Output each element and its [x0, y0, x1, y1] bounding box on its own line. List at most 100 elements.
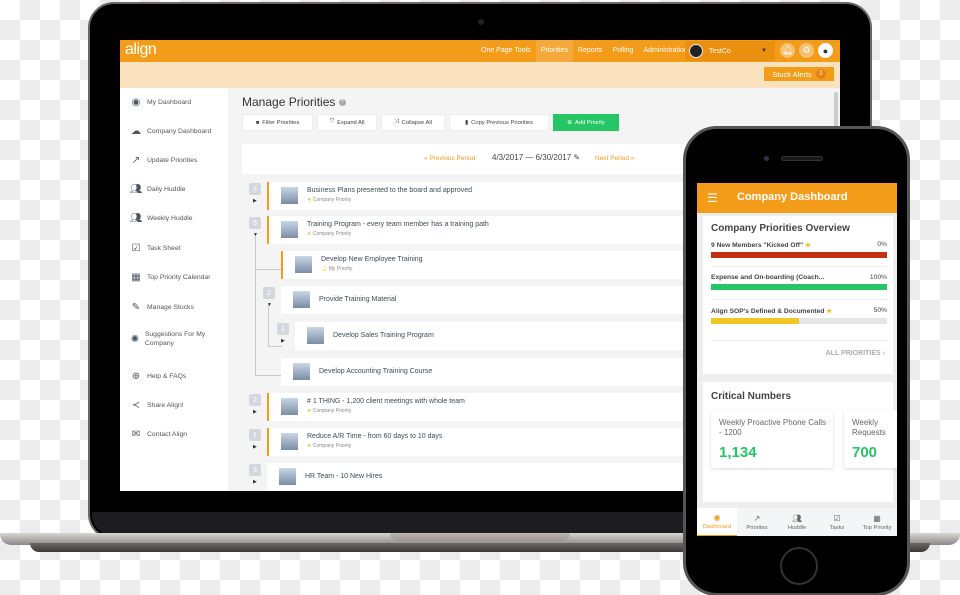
nav-priorities[interactable]: Priorities [535, 40, 573, 62]
stuck-alerts-label: Stuck Alerts [772, 69, 812, 79]
tab-huddle[interactable]: 👥︎ Huddle [777, 508, 817, 536]
add-priority-button[interactable]: ⊕ Add Priority [553, 114, 619, 131]
menu-icon[interactable]: ☰ [707, 191, 718, 205]
copy-previous-button[interactable]: ▮ Copy Previous Priorities [449, 114, 549, 131]
tab-label: Tasks [829, 524, 845, 531]
users-icon: 👥︎ [129, 183, 143, 195]
sidebar-label: Daily Huddle [147, 185, 186, 193]
priority-title[interactable]: Provide Training Material [319, 296, 396, 303]
help-icon[interactable]: ? [338, 99, 346, 107]
sidebar-item-help[interactable]: ⊕ Help & FAQs [130, 370, 187, 382]
nav-reports[interactable]: Reports [573, 40, 608, 62]
sidebar-item-task-sheet[interactable]: ☑ Task Sheet [130, 242, 181, 254]
caret-down-icon: ▼ [761, 48, 767, 54]
user-avatar[interactable]: ● [818, 43, 833, 58]
expand-all-button[interactable]: ⤧ Expand All [317, 114, 377, 131]
laptop-camera [478, 19, 484, 25]
phone-header-title: Company Dashboard [737, 191, 848, 203]
sidebar-item-suggestions[interactable]: ✺ Suggestions For My Company [130, 330, 220, 348]
gear-icon[interactable]: ⚙ [799, 43, 814, 58]
sub-priority-count-badge: 1 [277, 323, 289, 335]
critical-value: 1,134 [719, 444, 757, 461]
owner-avatar [295, 256, 312, 273]
stuck-alerts-count: 3 [815, 69, 826, 79]
tab-label: Top Priority [862, 524, 892, 531]
sidebar-item-my-dashboard[interactable]: ◉ My Dashboard [130, 96, 192, 108]
period-dates: 4/3/2017 — 6/30/2017 ✎ [492, 153, 580, 162]
previous-period-link[interactable]: « Previous Period [424, 155, 475, 162]
priority-title[interactable]: # 1 THING - 1,200 client meetings with w… [307, 398, 465, 405]
expand-toggle-icon[interactable]: ▶ [253, 479, 257, 485]
tab-priorites[interactable]: ↗ Priorites [737, 508, 777, 536]
sidebar-label: Help & FAQs [147, 372, 187, 380]
collapse-toggle-icon[interactable]: ▼ [267, 302, 272, 308]
priority-title[interactable]: Develop Sales Training Program [333, 332, 434, 339]
copy-icon: ▮ [464, 119, 469, 126]
expand-toggle-icon[interactable]: ▶ [281, 338, 285, 344]
sub-priority-count-badge: 5 [249, 217, 261, 229]
priority-type-label: My Priority [328, 266, 353, 272]
expand-icon: ⤧ [329, 119, 335, 125]
expand-toggle-icon[interactable]: ▶ [253, 198, 257, 204]
phone-home-button[interactable] [780, 547, 818, 585]
overview-priority-text: 9 New Members "Kicked Off" [711, 242, 804, 249]
overview-priority-item[interactable]: Expense and On-boarding (Coach... 100% [711, 274, 887, 290]
next-period-link[interactable]: Next Period » [595, 155, 634, 162]
sidebar-item-update-priorities[interactable]: ↗ Update Priorities [130, 154, 197, 166]
overview-priority-item[interactable]: 9 New Members "Kicked Off" ★ 0% [711, 241, 887, 258]
sidebar-item-share[interactable]: ≺ Share Align! [130, 399, 184, 411]
overview-priority-percent: 100% [869, 274, 887, 281]
tab-top-priority[interactable]: ▦ Top Priority [857, 508, 897, 536]
overview-priority-item[interactable]: Align SOP's Defined & Documented ★ 50% [711, 307, 887, 324]
owner-avatar [281, 221, 298, 238]
tree-line [255, 375, 281, 376]
users-icon: 👥︎ [129, 212, 143, 224]
sidebar-label: Manage Stucks [147, 303, 194, 311]
expand-toggle-icon[interactable]: ▶ [253, 444, 257, 450]
phone-speaker [781, 156, 823, 161]
stuck-alerts-button[interactable]: Stuck Alerts 3 [764, 67, 834, 81]
tab-dashboard[interactable]: ◉ Dashboard [697, 508, 737, 536]
toolbar: ■ Filter Priorities ⤧ Expand All ⤨ Collapse… [242, 114, 619, 131]
priority-title[interactable]: Business Plans presented to the board an… [307, 187, 472, 194]
phone-tab-bar: ◉ Dashboard ↗ Priorites 👥︎ Huddle ☑ Tasks ▦ Top P… [697, 508, 897, 536]
company-logo-icon [689, 44, 703, 58]
sidebar-label: Top Priority Calendar [147, 273, 211, 281]
priority-title[interactable]: Training Program - every team member has… [307, 221, 489, 228]
plus-circle-icon: ⊕ [567, 119, 572, 126]
divider [711, 299, 887, 300]
nav-one-page-tools[interactable]: One Page Tools [476, 40, 536, 62]
tree-line [268, 304, 269, 346]
priority-type: ★ Company Priority [307, 408, 351, 414]
collapse-icon: ⤨ [394, 119, 399, 125]
sidebar-item-company-dashboard[interactable]: ☁ Company Dashboard [130, 125, 211, 137]
nav-polling[interactable]: Polling [607, 40, 638, 62]
owner-avatar [307, 327, 324, 344]
priority-title[interactable]: Develop Accounting Training Course [319, 368, 432, 375]
priority-title[interactable]: Develop New Employee Training [321, 256, 423, 263]
sidebar-item-contact[interactable]: ✉ Contact Align [130, 428, 187, 440]
bell-icon[interactable]: 🔔︎ [780, 43, 795, 58]
expand-toggle-icon[interactable]: ▶ [253, 409, 257, 415]
collapse-toggle-icon[interactable]: ▼ [253, 232, 258, 238]
collapse-all-button[interactable]: ⤨ Collapse All [381, 114, 445, 131]
overview-progress-bar [711, 252, 887, 258]
sidebar-item-daily-huddle[interactable]: 👥︎ Daily Huddle [130, 183, 186, 195]
owner-avatar [281, 187, 298, 204]
align-logo[interactable]: align [125, 41, 157, 59]
critical-number-card[interactable]: Weekly Proactive Phone Calls - 1200 1,13… [711, 410, 833, 468]
owner-avatar [293, 291, 310, 308]
critical-number-card[interactable]: Weekly Requests 700 [844, 410, 897, 468]
company-select[interactable]: TestCo ▼ [685, 41, 775, 61]
priority-title[interactable]: Reduce A/R Time - from 60 days to 10 day… [307, 433, 442, 440]
sidebar-item-top-priority-calendar[interactable]: ▦ Top Priority Calendar [130, 271, 210, 283]
critical-value: 700 [852, 444, 878, 461]
tab-tasks[interactable]: ☑ Tasks [817, 508, 857, 536]
priority-title[interactable]: HR Team - 10 New Hires [305, 473, 382, 480]
sidebar-item-weekly-huddle[interactable]: 👥︎ Weekly Huddle [130, 212, 193, 224]
filter-label: Filter Priorities [262, 119, 300, 126]
edit-icon[interactable]: ✎ [573, 153, 580, 162]
sidebar-item-manage-stucks[interactable]: ✎ Manage Stucks [130, 301, 194, 313]
filter-priorities-button[interactable]: ■ Filter Priorities [242, 114, 313, 131]
all-priorities-link[interactable]: ALL PRIORITIES › [826, 350, 885, 357]
